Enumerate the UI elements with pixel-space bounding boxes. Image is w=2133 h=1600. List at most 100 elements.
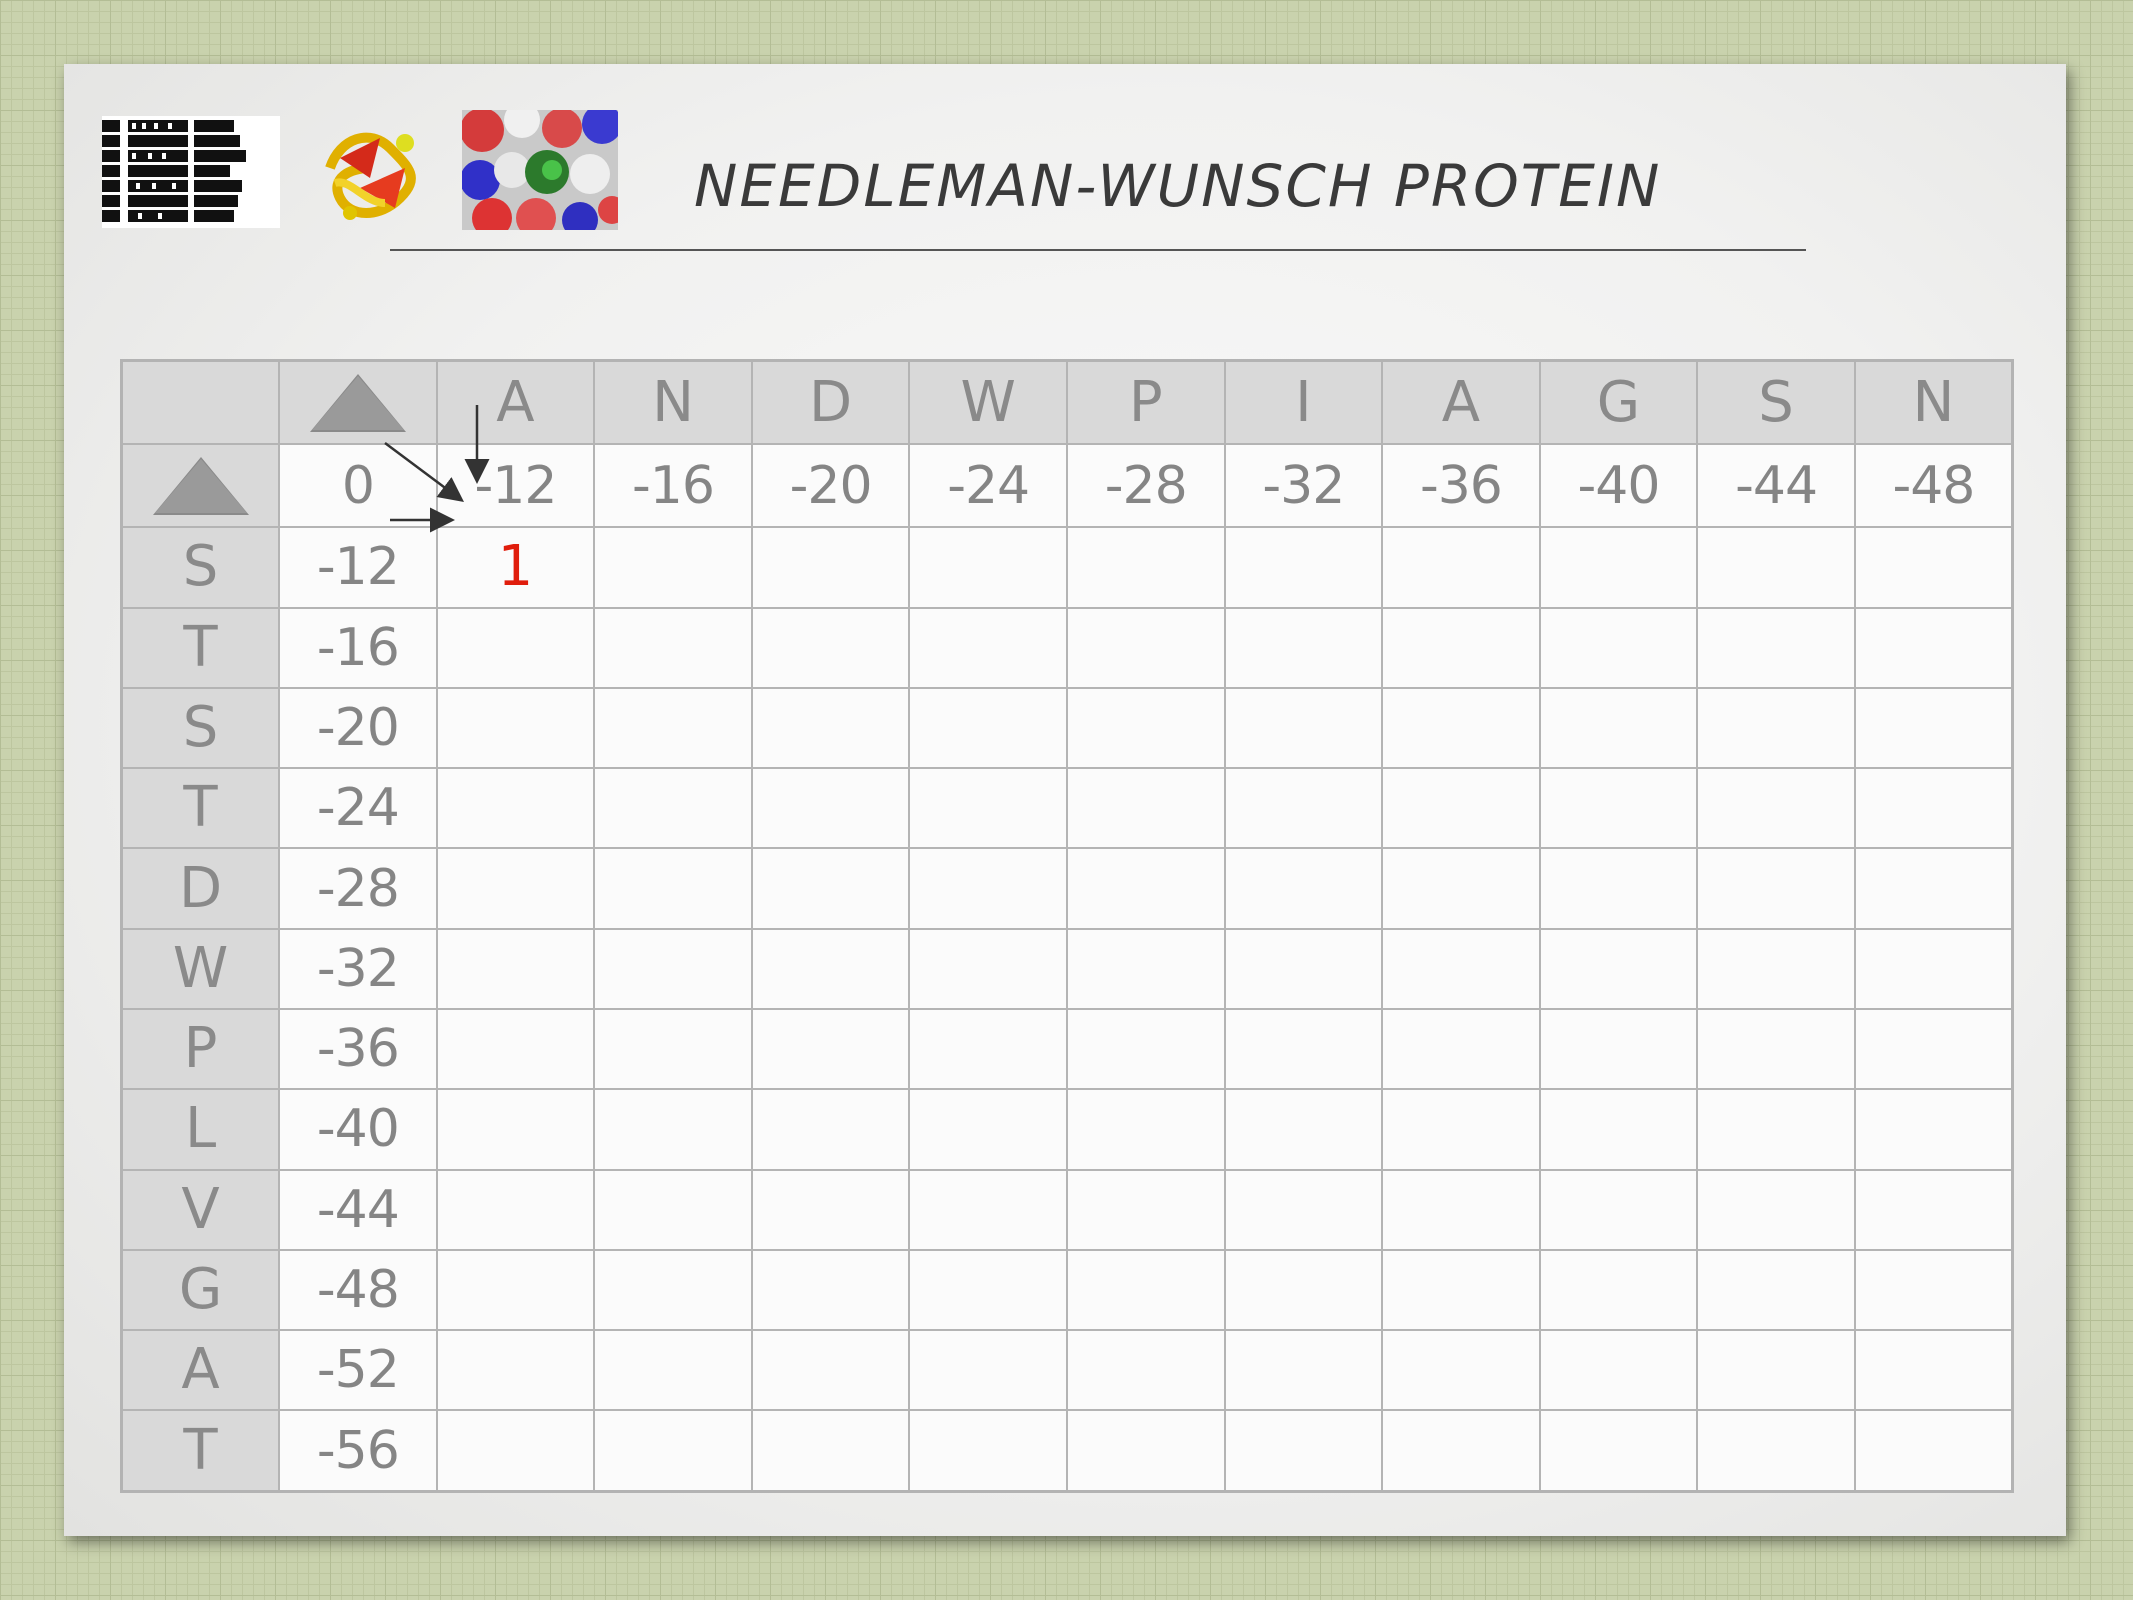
score-cell-empty[interactable] [1065, 1168, 1226, 1251]
score-cell-empty[interactable] [1381, 686, 1541, 770]
score-cell-empty[interactable] [1853, 606, 2014, 689]
score-cell-empty[interactable] [1853, 767, 2014, 850]
score-cell-empty[interactable] [908, 606, 1068, 689]
score-cell-empty[interactable] [1065, 1329, 1226, 1412]
score-cell-filled[interactable]: 1 [435, 526, 596, 609]
score-cell-empty[interactable] [593, 1168, 753, 1251]
score-cell-empty[interactable] [1223, 606, 1384, 689]
score-cell-empty[interactable] [593, 686, 753, 770]
score-cell-empty[interactable] [1696, 686, 1856, 770]
score-cell-empty[interactable] [1065, 847, 1226, 930]
score-cell-empty[interactable] [750, 847, 911, 930]
score-cell-empty[interactable] [1065, 927, 1226, 1010]
score-cell-empty[interactable] [1696, 526, 1856, 609]
score-cell-empty[interactable] [1065, 1088, 1226, 1171]
score-cell-empty[interactable] [1223, 1088, 1384, 1171]
score-cell-empty[interactable] [1538, 1409, 1699, 1493]
score-cell-empty[interactable] [1696, 927, 1856, 1010]
score-cell-empty[interactable] [1696, 767, 1856, 850]
score-cell-empty[interactable] [1381, 1168, 1541, 1251]
score-cell-empty[interactable] [1538, 1088, 1699, 1171]
score-cell-empty[interactable] [435, 1007, 596, 1091]
score-cell-empty[interactable] [435, 847, 596, 930]
score-cell-empty[interactable] [1538, 1168, 1699, 1251]
score-cell-empty[interactable] [1223, 847, 1384, 930]
score-cell-empty[interactable] [908, 526, 1068, 609]
score-cell-empty[interactable] [593, 606, 753, 689]
score-cell-empty[interactable] [1381, 927, 1541, 1010]
score-cell-empty[interactable] [1223, 1168, 1384, 1251]
score-cell-empty[interactable] [1696, 847, 1856, 930]
score-cell-empty[interactable] [1538, 847, 1699, 930]
score-cell-empty[interactable] [1538, 606, 1699, 689]
score-cell-empty[interactable] [1223, 686, 1384, 770]
score-cell-empty[interactable] [1696, 1248, 1856, 1332]
score-cell-empty[interactable] [1538, 686, 1699, 770]
score-cell-empty[interactable] [593, 927, 753, 1010]
score-cell-empty[interactable] [1696, 606, 1856, 689]
score-cell-empty[interactable] [435, 1329, 596, 1412]
score-cell-empty[interactable] [750, 1168, 911, 1251]
score-cell-empty[interactable] [1381, 767, 1541, 850]
score-cell-empty[interactable] [908, 1088, 1068, 1171]
score-cell-empty[interactable] [1065, 767, 1226, 850]
score-cell-empty[interactable] [1065, 526, 1226, 609]
score-cell-empty[interactable] [750, 606, 911, 689]
score-cell-empty[interactable] [1853, 1168, 2014, 1251]
score-cell-empty[interactable] [1223, 1248, 1384, 1332]
score-cell-empty[interactable] [1223, 526, 1384, 609]
score-cell-empty[interactable] [435, 1168, 596, 1251]
score-cell-empty[interactable] [1696, 1329, 1856, 1412]
score-cell-empty[interactable] [908, 767, 1068, 850]
score-cell-empty[interactable] [593, 1088, 753, 1171]
score-cell-empty[interactable] [435, 767, 596, 850]
score-cell-empty[interactable] [750, 686, 911, 770]
score-cell-empty[interactable] [1538, 526, 1699, 609]
score-cell-empty[interactable] [1538, 1007, 1699, 1091]
score-cell-empty[interactable] [1381, 1329, 1541, 1412]
score-cell-empty[interactable] [1538, 767, 1699, 850]
score-cell-empty[interactable] [1696, 1088, 1856, 1171]
score-cell-empty[interactable] [1223, 927, 1384, 1010]
score-cell-empty[interactable] [1381, 847, 1541, 930]
score-cell-empty[interactable] [593, 1007, 753, 1091]
score-cell-empty[interactable] [593, 847, 753, 930]
score-cell-empty[interactable] [435, 606, 596, 689]
score-cell-empty[interactable] [1853, 847, 2014, 930]
score-cell-empty[interactable] [908, 1409, 1068, 1493]
score-cell-empty[interactable] [593, 1409, 753, 1493]
score-cell-empty[interactable] [1696, 1409, 1856, 1493]
score-cell-empty[interactable] [908, 1007, 1068, 1091]
score-cell-empty[interactable] [1538, 1248, 1699, 1332]
score-cell-empty[interactable] [1853, 1007, 2014, 1091]
score-cell-empty[interactable] [1065, 606, 1226, 689]
score-cell-empty[interactable] [435, 686, 596, 770]
score-cell-empty[interactable] [593, 1248, 753, 1332]
score-cell-empty[interactable] [1853, 1088, 2014, 1171]
score-cell-empty[interactable] [1853, 1409, 2014, 1493]
score-cell-empty[interactable] [1538, 1329, 1699, 1412]
score-cell-empty[interactable] [1381, 1409, 1541, 1493]
score-cell-empty[interactable] [750, 1409, 911, 1493]
score-cell-empty[interactable] [1538, 927, 1699, 1010]
score-cell-empty[interactable] [1065, 1007, 1226, 1091]
score-cell-empty[interactable] [750, 767, 911, 850]
score-cell-empty[interactable] [908, 927, 1068, 1010]
score-cell-empty[interactable] [750, 1088, 911, 1171]
score-cell-empty[interactable] [435, 927, 596, 1010]
score-cell-empty[interactable] [1223, 767, 1384, 850]
score-cell-empty[interactable] [1853, 927, 2014, 1010]
score-cell-empty[interactable] [1065, 686, 1226, 770]
score-cell-empty[interactable] [750, 927, 911, 1010]
score-cell-empty[interactable] [908, 1248, 1068, 1332]
score-cell-empty[interactable] [1223, 1007, 1384, 1091]
score-cell-empty[interactable] [435, 1088, 596, 1171]
score-cell-empty[interactable] [1223, 1409, 1384, 1493]
score-cell-empty[interactable] [1381, 526, 1541, 609]
score-cell-empty[interactable] [1381, 1088, 1541, 1171]
score-cell-empty[interactable] [1381, 606, 1541, 689]
score-cell-empty[interactable] [1696, 1168, 1856, 1251]
score-cell-empty[interactable] [750, 1248, 911, 1332]
score-cell-empty[interactable] [1381, 1248, 1541, 1332]
score-cell-empty[interactable] [908, 1168, 1068, 1251]
